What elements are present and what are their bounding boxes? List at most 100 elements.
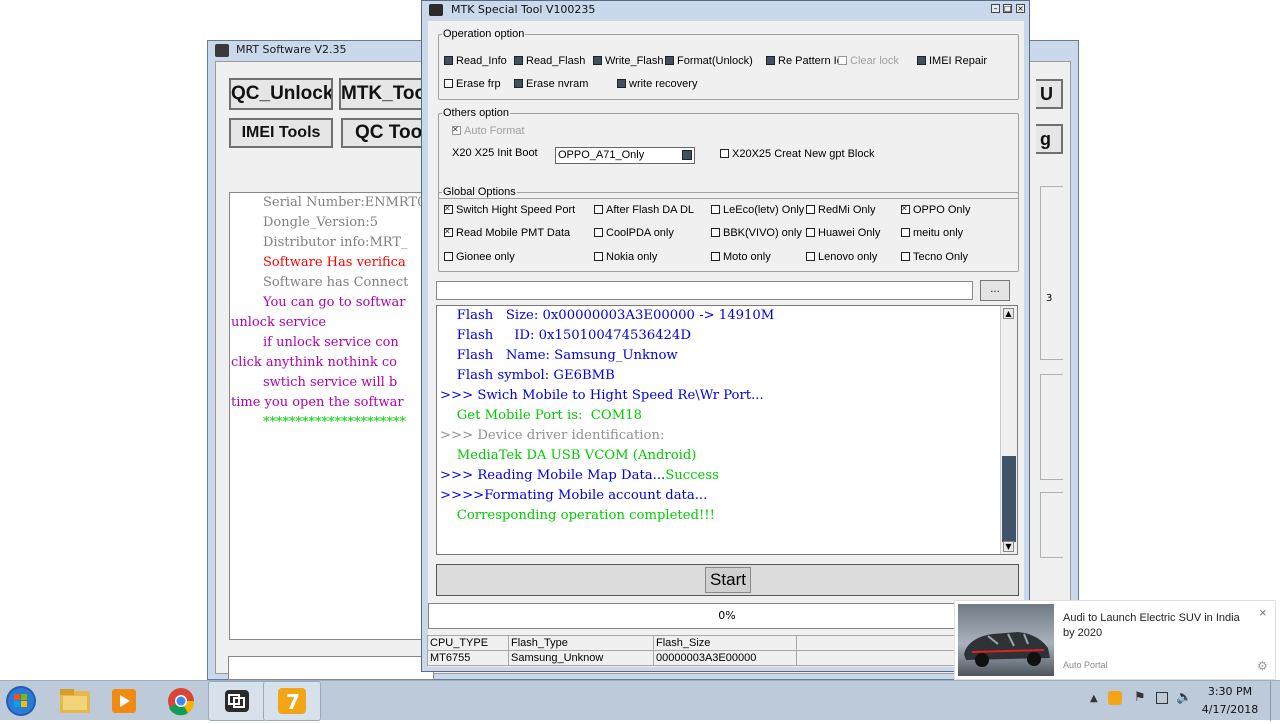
clock-time[interactable]: 3:30 PM xyxy=(1196,685,1264,698)
checkbox-label: Lenovo only xyxy=(818,251,878,263)
checkbox-label: LeEco(letv) Only xyxy=(723,204,805,216)
mrt-log-line: Software Has verifica xyxy=(263,255,406,270)
checkbox-label: X20X25 Creat New gpt Block xyxy=(732,148,875,160)
log-scrollbar[interactable]: ▲ ▼ xyxy=(1000,306,1017,554)
mrt-right-button-1[interactable]: U xyxy=(1036,79,1063,109)
imei-tools-button[interactable]: IMEI Tools xyxy=(229,118,333,148)
mrt-right-button-2[interactable]: g xyxy=(1036,124,1063,154)
clock-date[interactable]: 4/17/2018 xyxy=(1196,703,1264,716)
start-button[interactable]: Start xyxy=(705,567,751,593)
read-flash-checkbox[interactable]: Read_Flash xyxy=(514,54,585,68)
tecno-only-checkbox[interactable]: Tecno Only xyxy=(901,250,968,264)
others-option-legend: Others option xyxy=(443,107,510,119)
mrt-software-taskbar-item[interactable]: 7 xyxy=(263,681,321,721)
oppo-only-checkbox[interactable]: OPPO Only xyxy=(901,202,970,217)
qc-unlock-button[interactable]: QC_Unlock xyxy=(229,78,333,110)
mrt-log-line: swtich service will b xyxy=(263,375,398,390)
checkbox-label: RedMi Only xyxy=(818,204,876,216)
checkbox-label: Gionee only xyxy=(456,251,515,263)
close-icon[interactable]: × xyxy=(1259,605,1267,620)
write-flash-checkbox[interactable]: Write_Flash xyxy=(593,54,663,68)
mrt-log-line: time you open the softwar xyxy=(231,395,404,410)
checkbox-icon xyxy=(838,55,847,65)
volume-icon[interactable]: 🔈 xyxy=(1176,690,1192,705)
bbk-vivo-only-checkbox[interactable]: BBK(VIVO) only xyxy=(711,226,802,240)
start-button[interactable] xyxy=(0,681,44,721)
mtk-tool-taskbar-item[interactable] xyxy=(208,681,266,721)
scroll-thumb[interactable] xyxy=(1002,456,1016,542)
gear-icon[interactable]: ⚙ xyxy=(1257,659,1268,673)
minimize-icon[interactable]: – xyxy=(991,4,1000,13)
checkbox-icon xyxy=(901,227,910,237)
checkbox-icon xyxy=(711,227,720,237)
leeco-only-checkbox[interactable]: LeEco(letv) Only xyxy=(711,203,804,217)
switch-hight-speed-port-checkbox[interactable]: Switch Hight Speed Port xyxy=(444,202,575,217)
browse-button[interactable]: ... xyxy=(980,280,1010,301)
checkbox-label: Nokia only xyxy=(606,251,658,263)
checkbox-icon xyxy=(452,123,461,137)
mrt-log-line: ********************** xyxy=(263,415,406,430)
checkbox-icon xyxy=(444,251,453,261)
meitu-only-checkbox[interactable]: meitu only xyxy=(901,226,963,240)
read-mobile-pmt-data-checkbox[interactable]: Read Mobile PMT Data xyxy=(444,225,571,240)
close-icon[interactable]: × xyxy=(1016,4,1025,13)
mrt-log-line: if unlock service con xyxy=(263,335,399,350)
mrt-tray-icon[interactable] xyxy=(1108,691,1122,705)
scroll-up-icon[interactable]: ▲ xyxy=(1003,308,1014,319)
erase-frp-checkbox[interactable]: Erase frp xyxy=(444,77,501,91)
moto-only-checkbox[interactable]: Moto only xyxy=(711,250,771,264)
gpt-block-checkbox[interactable]: X20X25 Creat New gpt Block xyxy=(720,147,874,161)
checkbox-icon xyxy=(806,251,815,261)
action-center-flag-icon[interactable]: ⚑ xyxy=(1134,690,1146,705)
huawei-only-checkbox[interactable]: Huawei Only xyxy=(806,226,880,240)
show-hidden-icons[interactable]: ▲ xyxy=(1090,693,1098,704)
nokia-only-checkbox[interactable]: Nokia only xyxy=(594,250,657,264)
show-desktop-button[interactable] xyxy=(1270,681,1280,721)
model-select[interactable]: OPPO_A71_Only xyxy=(555,147,695,164)
mrt-right-panel-3 xyxy=(1040,492,1063,558)
network-icon[interactable] xyxy=(1156,692,1168,704)
mtk-special-tool-window: MTK Special Tool V100235 – □ × Operation… xyxy=(421,0,1030,672)
after-flash-da-dl-checkbox[interactable]: After Flash DA DL xyxy=(594,203,694,217)
write-recovery-checkbox[interactable]: write recovery xyxy=(617,77,697,91)
log-line: MediaTek DA USB VCOM (Android) xyxy=(440,448,697,463)
coolpda-only-checkbox[interactable]: CoolPDA only xyxy=(594,226,674,240)
format-unlock-checkbox[interactable]: Format(Unlock) xyxy=(665,54,753,68)
log-segment: >>>>Formating Mobile account data... xyxy=(440,488,708,503)
checkbox-icon xyxy=(711,204,720,214)
chrome-icon[interactable] xyxy=(152,681,210,721)
lenovo-only-checkbox[interactable]: Lenovo only xyxy=(806,250,877,264)
mrt-log-area: Serial Number:ENMRT07 Dongle_Version:5 D… xyxy=(229,192,429,640)
checkbox-icon xyxy=(806,227,815,237)
init-boot-label: X20 X25 Init Boot xyxy=(452,147,538,159)
mrt-right-panel-1: 3 xyxy=(1040,186,1063,360)
checkbox-label: Read Mobile PMT Data xyxy=(456,227,571,239)
file-path-input[interactable] xyxy=(436,281,973,300)
qc-tool-button[interactable]: QC Too xyxy=(341,118,429,148)
imei-repair-checkbox[interactable]: IMEI Repair xyxy=(917,54,987,68)
mtk-title-bar[interactable]: MTK Special Tool V100235 – □ × xyxy=(422,1,1029,21)
notification-title[interactable]: Audi to Launch Electric SUV in India by … xyxy=(1063,611,1253,641)
maximize-icon[interactable]: □ xyxy=(1003,4,1012,13)
checkbox-label: After Flash DA DL xyxy=(606,204,695,216)
erase-nvram-checkbox[interactable]: Erase nvram xyxy=(514,77,588,91)
checkbox-icon xyxy=(514,55,523,65)
media-player-icon[interactable] xyxy=(96,681,154,721)
log-line: Flash Size: 0x00000003A3E00000 -> 14910M xyxy=(440,308,775,323)
gionee-only-checkbox[interactable]: Gionee only xyxy=(444,250,515,264)
checkbox-icon xyxy=(594,227,603,237)
checkbox-label: Huawei Only xyxy=(818,227,881,239)
redmi-only-checkbox[interactable]: RedMi Only xyxy=(806,203,875,217)
mrt-command-input[interactable] xyxy=(228,656,434,680)
progress-label: 0% xyxy=(718,609,736,622)
news-notification[interactable]: Audi to Launch Electric SUV in India by … xyxy=(954,600,1276,680)
dropdown-arrow-icon[interactable] xyxy=(682,150,692,160)
log-line: Get Mobile Port is: COM18 xyxy=(440,408,642,423)
scroll-down-icon[interactable]: ▼ xyxy=(1003,541,1014,552)
mtk-tool-button[interactable]: MTK_Too xyxy=(339,78,429,110)
re-pattern-id-checkbox[interactable]: Re Pattern Id xyxy=(766,54,843,68)
read-info-checkbox[interactable]: Read_Info xyxy=(444,54,507,68)
checkbox-icon xyxy=(594,251,603,261)
log-segment: Flash symbol: GE6BMB xyxy=(440,368,615,383)
checkbox-label: IMEI Repair xyxy=(929,55,988,67)
